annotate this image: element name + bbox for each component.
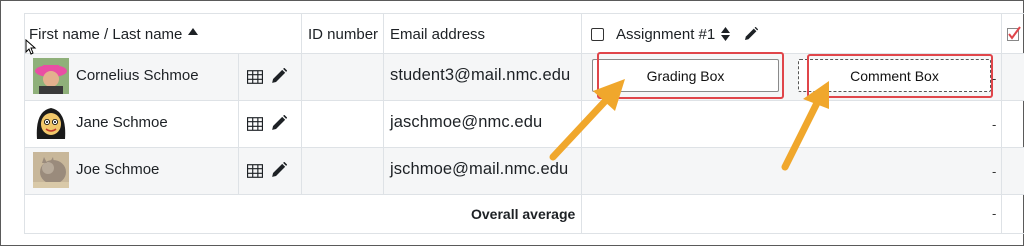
sort-both-icon[interactable]	[721, 27, 731, 41]
grade-value: -	[992, 164, 997, 179]
column-header-id-label: ID number	[308, 25, 379, 43]
annotation-arrow	[781, 81, 829, 171]
student-name-text: Joe Schmoe	[76, 160, 160, 178]
avatar	[33, 105, 69, 141]
pencil-icon[interactable]	[271, 115, 287, 131]
column-header-email[interactable]: Email address	[390, 23, 485, 45]
annotation-arrow	[549, 79, 625, 161]
column-header-name[interactable]: First name / Last name	[29, 23, 199, 45]
grid-report-icon[interactable]	[247, 116, 263, 132]
grade-value: -	[992, 117, 997, 132]
student-name-text: Jane Schmoe	[76, 113, 168, 131]
student-name[interactable]: Joe Schmoe	[76, 157, 159, 181]
student-name[interactable]: Jane Schmoe	[76, 110, 168, 134]
grid-report-icon[interactable]	[247, 69, 263, 85]
grade-value: -	[992, 71, 997, 86]
assignment-link[interactable]: Assignment #1	[616, 26, 715, 43]
student-name-text: Cornelius Schmoe	[76, 66, 199, 84]
gradebook-screenshot: First name / Last name ID number Email a…	[0, 0, 1024, 246]
avatar	[33, 152, 69, 188]
sort-up-icon[interactable]	[188, 27, 199, 35]
pencil-icon[interactable]	[271, 162, 287, 178]
student-name[interactable]: Cornelius Schmoe	[76, 63, 199, 87]
checkbox-icon[interactable]	[591, 27, 604, 41]
pencil-icon[interactable]	[744, 27, 759, 41]
column-header-name-label: First name / Last name	[29, 25, 183, 43]
overall-average-label: Overall average	[471, 204, 575, 224]
column-header-id[interactable]: ID number	[308, 23, 378, 45]
grade-override-icon	[1007, 26, 1021, 41]
grid-report-icon[interactable]	[247, 163, 263, 179]
student-email: jaschmoe@nmc.edu	[390, 110, 542, 134]
column-header-email-label: Email address	[390, 25, 486, 43]
overall-average-value: -	[992, 206, 997, 221]
pencil-icon[interactable]	[271, 68, 287, 84]
student-email-text: jaschmoe@nmc.edu	[390, 112, 543, 131]
avatar	[33, 58, 69, 94]
column-header-assignment: Assignment #1	[591, 23, 759, 45]
overall-average-text: Overall average	[471, 206, 576, 222]
